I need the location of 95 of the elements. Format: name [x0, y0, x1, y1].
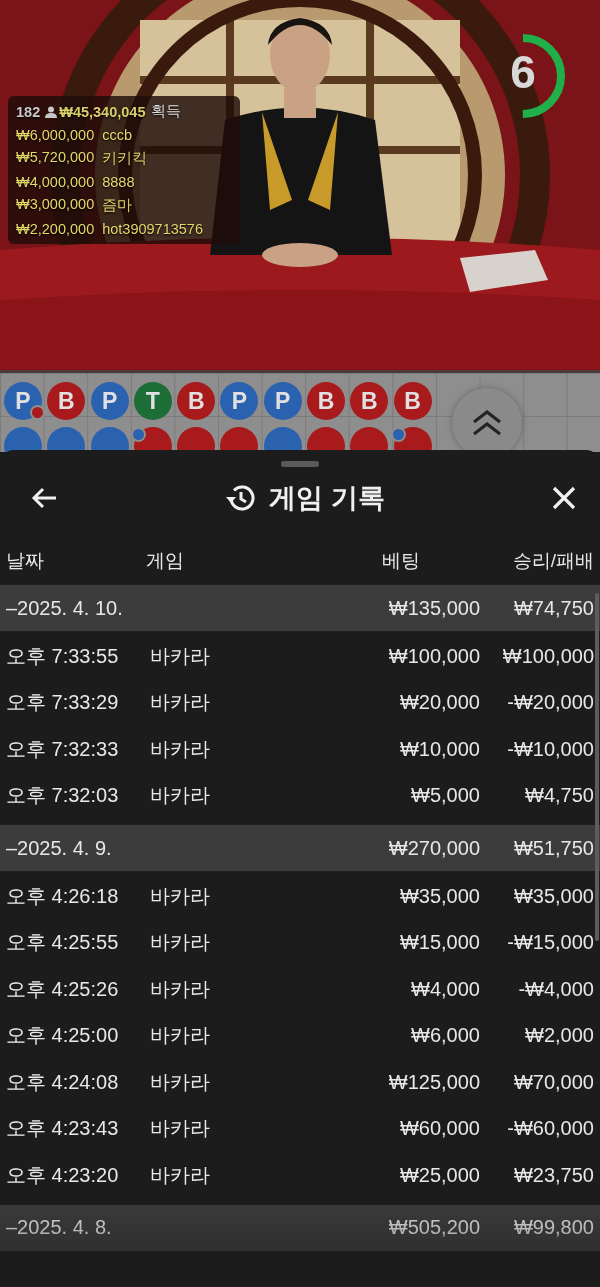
table-cell-text: -₩60,000	[506, 1117, 594, 1141]
winnings-label: 획득	[151, 102, 182, 121]
person-icon	[45, 105, 58, 118]
countdown-number: 6	[509, 45, 537, 99]
result-bead: B	[350, 382, 389, 420]
date-group-row[interactable]: –2025. 4. 9. ₩270,000 ₩51,750	[0, 825, 600, 871]
table-cell-text: 오후 4:25:00	[6, 1023, 120, 1049]
table-cell-text: ₩20,000	[398, 691, 480, 715]
table-cell-text: ₩100,000	[387, 644, 480, 668]
result-bead: T	[133, 382, 172, 420]
winner-name: 키키킥	[102, 149, 148, 168]
result-bead: B	[177, 382, 216, 420]
winner-name: hot3909713576	[102, 221, 203, 237]
result-bead: P	[263, 382, 302, 420]
table-cell-text: ₩15,000	[398, 931, 480, 955]
group-bet-total: ₩135,000	[387, 596, 480, 620]
table-cell-text: -₩4,000	[517, 977, 594, 1001]
date-group-row[interactable]: –2025. 4. 8. ₩505,200 ₩99,800	[0, 1204, 600, 1251]
winner-amount: ₩5,720,000	[16, 149, 95, 167]
table-cell-text: 오후 7:32:33	[6, 736, 120, 762]
table-cell-text: ₩10,000	[398, 737, 480, 761]
result-bead: B	[393, 382, 432, 420]
column-header: 베팅	[381, 549, 421, 573]
table-cell-text: 오후 4:23:43	[6, 1116, 120, 1142]
group-date: –2025. 4. 9.	[6, 836, 113, 860]
group-result-total: ₩51,750	[512, 836, 594, 860]
column-header: 게임	[146, 549, 185, 573]
table-cell-text: ₩4,000	[410, 977, 480, 1001]
player-count: 182	[16, 103, 41, 120]
table-cell-text: 오후 4:23:20	[6, 1162, 120, 1188]
winner-amount: ₩4,000,000	[16, 174, 95, 190]
group-result-total: ₩99,800	[512, 1216, 594, 1239]
winner-name: 8888	[102, 174, 135, 190]
back-button[interactable]	[30, 486, 58, 510]
table-cell-text: 바카라	[150, 690, 211, 716]
table-cell-text: 오후 4:26:18	[6, 883, 120, 909]
column-header: 날짜	[6, 549, 45, 573]
table-cell-text: -₩15,000	[506, 931, 594, 955]
winner-name: cccb	[102, 127, 133, 143]
table-cell-text: 오후 4:24:08	[6, 1069, 120, 1095]
column-header: 승리/패배	[511, 549, 594, 573]
table-cell-text: ₩35,000	[512, 884, 594, 908]
back-arrow-icon	[30, 486, 58, 510]
result-bead: P	[90, 382, 129, 420]
winner-amount: ₩3,000,000	[16, 196, 95, 214]
table-cell-text: ₩23,750	[512, 1163, 594, 1187]
table-cell-text: 바카라	[150, 1023, 211, 1049]
winner-name: 즘마	[102, 196, 133, 215]
table-cell-text: -₩10,000	[506, 737, 594, 761]
table-cell-text: ₩5,000	[410, 784, 480, 808]
group-bet-total: ₩270,000	[387, 836, 480, 860]
close-icon	[552, 486, 576, 510]
table-cell-text: 바카라	[150, 783, 211, 809]
group-bet-total: ₩505,200	[387, 1216, 480, 1239]
drag-handle[interactable]	[281, 461, 319, 467]
date-group-row[interactable]: –2025. 4. 10. ₩135,000 ₩74,750	[0, 585, 600, 631]
table-cell-text: 바카라	[150, 976, 211, 1002]
result-bead: P	[220, 382, 259, 420]
table-cell-text: ₩25,000	[398, 1163, 480, 1187]
table-cell-text: ₩4,750	[524, 784, 594, 808]
winner-amount: ₩6,000,000	[16, 127, 95, 143]
total-winnings: ₩45,340,045	[59, 103, 146, 120]
table-cell-text: ₩125,000	[387, 1070, 480, 1094]
result-bead: B	[307, 382, 346, 420]
table-cell-text: 바카라	[150, 643, 211, 669]
winner-amount: ₩2,200,000	[16, 221, 95, 237]
double-chevron-icon	[470, 408, 504, 438]
table-cell-text: 바카라	[150, 1162, 211, 1188]
table-cell-text: 바카라	[150, 736, 211, 762]
history-icon	[225, 484, 256, 512]
table-cell-text: 오후 7:33:55	[6, 643, 120, 669]
expand-button[interactable]	[452, 388, 522, 452]
table-cell-text: ₩70,000	[512, 1070, 594, 1094]
table-cell-text: 오후 4:25:26	[6, 976, 120, 1002]
table-cell-text: 오후 7:32:03	[6, 783, 120, 809]
scrollbar[interactable]	[595, 593, 599, 941]
table-cell-text: ₩6,000	[410, 1024, 480, 1048]
group-date: –2025. 4. 10.	[6, 596, 124, 620]
close-button[interactable]	[552, 486, 576, 510]
sheet-title: 게임 기록	[269, 482, 385, 515]
result-bead: P	[4, 382, 42, 420]
table-cell-text: 오후 7:33:29	[6, 690, 120, 716]
table-cell-text: 바카라	[150, 930, 211, 956]
table-cell-text: 바카라	[150, 1069, 211, 1095]
table-cell-text: ₩35,000	[398, 884, 480, 908]
table-cell-text: 바카라	[150, 883, 211, 909]
group-result-total: ₩74,750	[512, 596, 594, 620]
table-cell-text: -₩20,000	[506, 691, 594, 715]
table-cell-text: ₩2,000	[524, 1024, 594, 1048]
result-bead: B	[47, 382, 86, 420]
table-cell-text: 오후 4:25:55	[6, 930, 120, 956]
group-date: –2025. 4. 8.	[6, 1216, 113, 1239]
table-cell-text: 바카라	[150, 1116, 211, 1142]
table-cell-text: ₩100,000	[501, 644, 594, 668]
table-cell-text: ₩60,000	[398, 1117, 480, 1141]
